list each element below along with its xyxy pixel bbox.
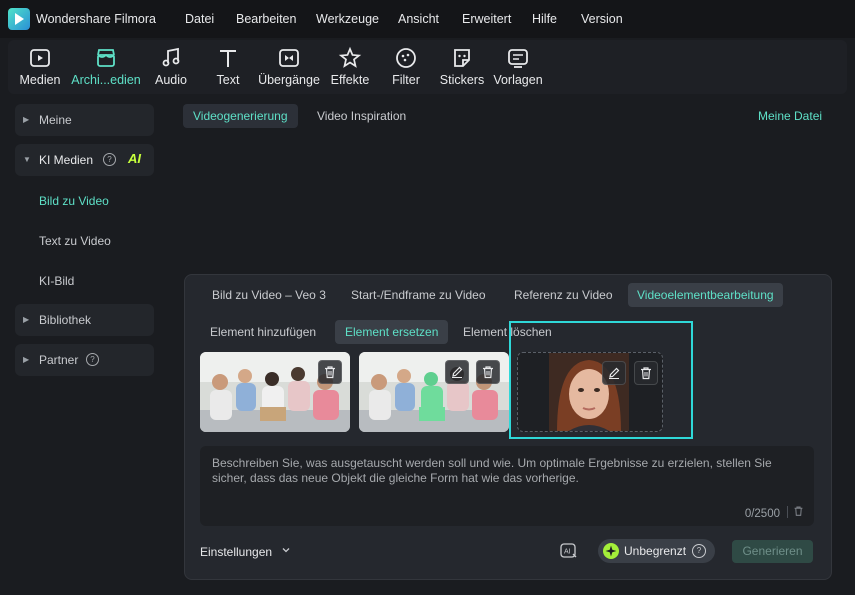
masked-video-thumbnail[interactable] <box>359 352 509 432</box>
toolbar-medien[interactable]: Medien <box>5 40 75 94</box>
subtab-element-hinzufuegen[interactable]: Element hinzufügen <box>200 320 326 344</box>
clear-trash-icon[interactable] <box>793 505 804 520</box>
sidebar-item-ki-medien[interactable]: ▼ KI Medien ? AI <box>15 144 154 176</box>
caret-right-icon: ▶ <box>23 315 30 324</box>
menu-bearbeiten[interactable]: Bearbeiten <box>236 12 296 26</box>
toolbar-archiv-medien[interactable]: Archi...edien <box>71 40 141 94</box>
tab-bild-zu-video-veo3[interactable]: Bild zu Video – Veo 3 <box>203 283 335 307</box>
templates-icon <box>506 46 530 70</box>
delete-icon[interactable] <box>318 360 342 384</box>
delete-icon[interactable] <box>476 360 500 384</box>
ai-badge: AI <box>128 151 141 166</box>
chevron-down-icon[interactable] <box>281 545 291 558</box>
settings-dropdown[interactable]: Einstellungen <box>200 545 272 559</box>
divider <box>787 506 788 518</box>
sidebar-item-partner[interactable]: ▶ Partner ? <box>15 344 154 376</box>
svg-text:AI: AI <box>564 549 571 556</box>
generate-button[interactable]: Generieren <box>732 540 813 563</box>
tab-referenz-zu-video[interactable]: Referenz zu Video <box>505 283 622 307</box>
caret-right-icon: ▶ <box>23 115 30 124</box>
menu-erweitert[interactable]: Erweitert <box>462 12 511 26</box>
text-t-icon <box>216 46 240 70</box>
help-icon[interactable]: ? <box>86 353 99 366</box>
menu-ansicht[interactable]: Ansicht <box>398 12 439 26</box>
caret-right-icon: ▶ <box>23 355 30 364</box>
tab-videogenerierung[interactable]: Videogenerierung <box>183 104 298 128</box>
sidebar-item-bild-zu-video[interactable]: Bild zu Video <box>39 194 109 208</box>
toolbar-vorlagen[interactable]: Vorlagen <box>483 40 553 94</box>
replacement-image-slot[interactable] <box>517 352 663 432</box>
prompt-textarea[interactable]: Beschreiben Sie, was ausgetauscht werden… <box>200 446 814 526</box>
delete-icon[interactable] <box>634 361 658 385</box>
unlimited-label: Unbegrenzt <box>624 544 687 558</box>
help-icon[interactable]: ? <box>103 153 116 166</box>
subtab-element-ersetzen[interactable]: Element ersetzen <box>335 320 449 344</box>
edit-pencil-icon[interactable] <box>445 360 469 384</box>
video-thumbnail[interactable] <box>200 352 350 432</box>
app-name: Wondershare Filmora <box>36 12 156 26</box>
filmora-logo-icon <box>8 8 30 30</box>
menu-hilfe[interactable]: Hilfe <box>532 12 557 26</box>
music-note-icon <box>159 46 183 70</box>
media-icon <box>28 46 52 70</box>
stock-media-icon <box>94 46 118 70</box>
caret-down-icon: ▼ <box>23 155 31 164</box>
sidebar-item-text-zu-video[interactable]: Text zu Video <box>39 234 111 248</box>
credit-coin-icon <box>603 543 619 559</box>
ai-prompt-icon[interactable]: AI <box>559 541 579 561</box>
menu-version[interactable]: Version <box>581 12 623 26</box>
sticker-icon <box>450 46 474 70</box>
menu-werkzeuge[interactable]: Werkzeuge <box>316 12 379 26</box>
menu-datei[interactable]: Datei <box>185 12 214 26</box>
help-icon[interactable]: ? <box>692 544 706 558</box>
sidebar-item-meine[interactable]: ▶ Meine <box>15 104 154 136</box>
prompt-placeholder: Beschreiben Sie, was ausgetauscht werden… <box>212 456 772 485</box>
sidebar-item-bibliothek[interactable]: ▶ Bibliothek <box>15 304 154 336</box>
tab-video-inspiration[interactable]: Video Inspiration <box>307 104 416 128</box>
toolbar-text[interactable]: Text <box>193 40 263 94</box>
credits-pill[interactable]: Unbegrenzt ? <box>598 539 715 563</box>
filter-icon <box>394 46 418 70</box>
title-bar: Wondershare Filmora Datei Bearbeiten Wer… <box>0 0 855 38</box>
tab-videoelementbearbeitung[interactable]: Videoelementbearbeitung <box>628 283 783 307</box>
tab-start-endframe[interactable]: Start-/Endframe zu Video <box>342 283 495 307</box>
transitions-icon <box>277 46 301 70</box>
sidebar-item-ki-bild[interactable]: KI-Bild <box>39 274 74 288</box>
toolbar-uebergaenge[interactable]: Übergänge <box>254 40 324 94</box>
char-counter: 0/2500 <box>744 508 780 520</box>
edit-pencil-icon[interactable] <box>602 361 626 385</box>
effects-star-icon <box>338 46 362 70</box>
media-toolbar: Medien Archi...edien Audio Text Übergäng… <box>8 40 847 94</box>
my-file-link[interactable]: Meine Datei <box>758 109 822 123</box>
